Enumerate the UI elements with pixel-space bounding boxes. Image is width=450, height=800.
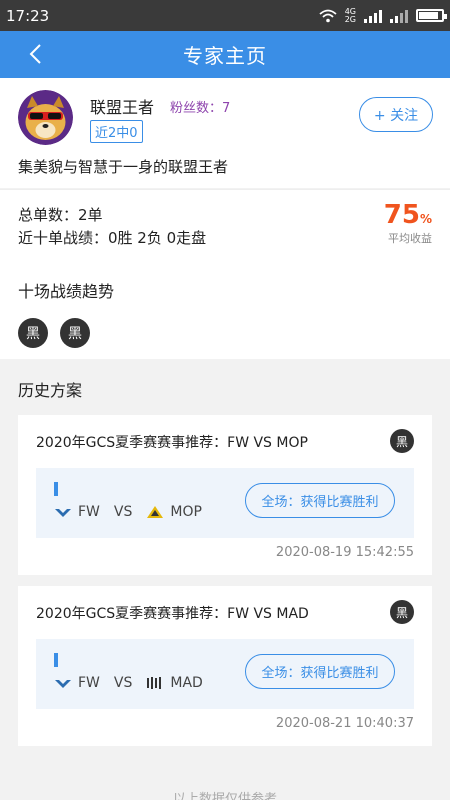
pick-button[interactable]: 全场：获得比赛胜利 bbox=[245, 483, 395, 518]
average-yield: 75% 平均收益 bbox=[384, 200, 432, 246]
match-panel: FW VS MOP 全场：获得比赛胜利 bbox=[36, 468, 414, 538]
footer-note: 以上数据仅供参考 bbox=[172, 792, 277, 800]
result-badge: 黑 bbox=[390, 429, 414, 453]
pick-button[interactable]: 全场：获得比赛胜利 bbox=[245, 654, 395, 689]
team-a: FW bbox=[78, 504, 100, 520]
vs-label: VS bbox=[113, 675, 133, 691]
record-badge: 近2中0 bbox=[90, 120, 143, 143]
stats-section: 总单数：2单 近十单战绩：0胜 2负 0走盘 75% 平均收益 十场战绩趋势 黑… bbox=[0, 189, 450, 359]
card-time: 2020-08-21 10:40:37 bbox=[275, 716, 414, 731]
expert-profile: 联盟王者 粉丝数：7 近2中0 + 关注 集美貌与智慧于一身的联盟王者 bbox=[0, 78, 450, 188]
trend-result-badge: 黑 bbox=[18, 318, 48, 348]
vs-label: VS bbox=[113, 504, 133, 520]
card-title: 2020年GCS夏季赛赛事推荐：FW VS MAD bbox=[36, 606, 309, 622]
signal-icon bbox=[364, 9, 382, 23]
match-teams: FW VS MAD bbox=[54, 675, 203, 691]
network-bottom: 2G bbox=[344, 14, 356, 24]
status-bar: 17:23 4G 2G bbox=[0, 0, 450, 31]
follow-button[interactable]: + 关注 bbox=[359, 97, 433, 132]
team-b: MOP bbox=[170, 504, 202, 520]
wifi-icon bbox=[319, 9, 337, 22]
status-icons: 4G 2G bbox=[319, 7, 447, 24]
total-orders: 总单数：2单 bbox=[18, 206, 103, 224]
card-title: 2020年GCS夏季赛赛事推荐：FW VS MOP bbox=[36, 435, 308, 451]
fw-logo-icon bbox=[55, 680, 71, 688]
recent-record: 近十单战绩：0胜 2负 0走盘 bbox=[18, 229, 207, 247]
fw-logo-icon bbox=[55, 509, 71, 517]
yield-unit: % bbox=[419, 212, 432, 226]
yield-label: 平均收益 bbox=[388, 232, 432, 245]
card-time: 2020-08-19 15:42:55 bbox=[275, 545, 414, 560]
top-bar: 专家主页 bbox=[0, 31, 450, 78]
yield-value: 75 bbox=[383, 200, 420, 230]
status-time: 17:23 bbox=[6, 6, 50, 25]
network-type: 4G 2G bbox=[344, 7, 356, 24]
page-title: 专家主页 bbox=[183, 44, 267, 68]
marker-bar bbox=[54, 653, 58, 667]
avatar[interactable] bbox=[18, 90, 73, 145]
chevron-left-icon bbox=[29, 44, 41, 64]
back-button[interactable] bbox=[20, 39, 50, 69]
fans-count: 粉丝数：7 bbox=[170, 101, 231, 116]
result-badge: 黑 bbox=[390, 600, 414, 624]
marker-bar bbox=[54, 482, 58, 496]
expert-motto: 集美貌与智慧于一身的联盟王者 bbox=[18, 158, 229, 176]
trend-results: 黑 黑 bbox=[18, 318, 90, 348]
mad-logo-icon bbox=[147, 677, 162, 689]
expert-name: 联盟王者 bbox=[90, 98, 155, 117]
signal-2-icon bbox=[390, 9, 408, 23]
match-teams: FW VS MOP bbox=[54, 504, 202, 520]
team-a: FW bbox=[78, 675, 100, 691]
dog-avatar-icon bbox=[18, 90, 73, 145]
trend-title: 十场战绩趋势 bbox=[18, 282, 115, 301]
trend-result-badge: 黑 bbox=[60, 318, 90, 348]
battery-icon bbox=[416, 9, 447, 22]
history-card[interactable]: 2020年GCS夏季赛赛事推荐：FW VS MAD 黑 FW VS MAD 全场… bbox=[18, 586, 432, 746]
team-b: MAD bbox=[170, 675, 203, 691]
history-card[interactable]: 2020年GCS夏季赛赛事推荐：FW VS MOP 黑 FW VS MOP 全场… bbox=[18, 415, 432, 575]
mop-logo-icon bbox=[147, 506, 164, 518]
match-panel: FW VS MAD 全场：获得比赛胜利 bbox=[36, 639, 414, 709]
history-title: 历史方案 bbox=[18, 381, 83, 400]
